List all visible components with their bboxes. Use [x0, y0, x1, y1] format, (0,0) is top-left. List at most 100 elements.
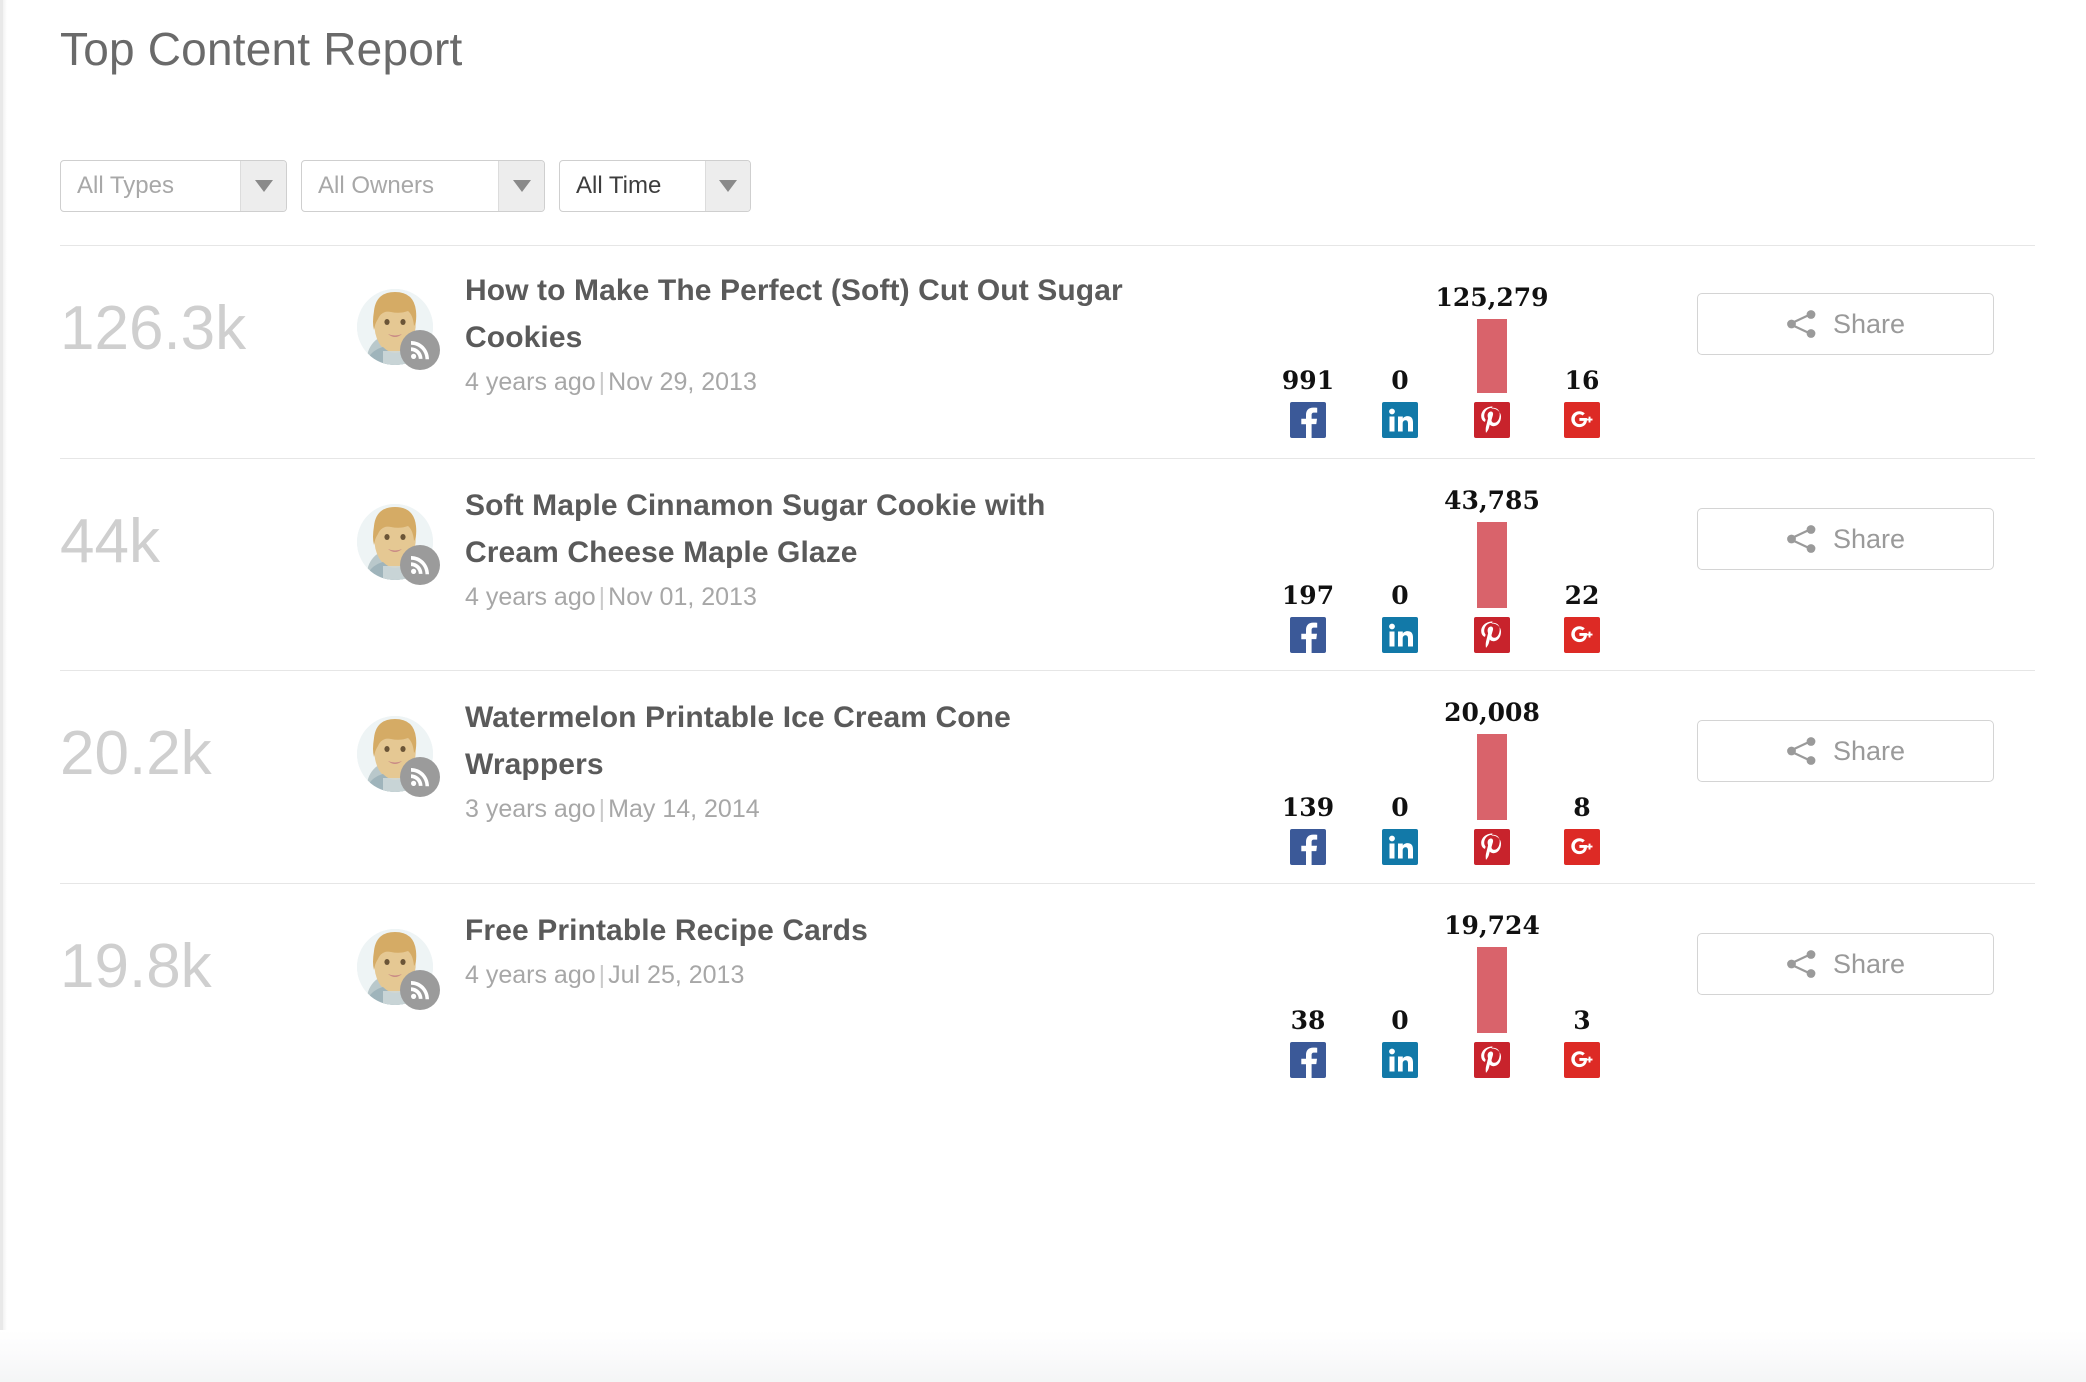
google-plus-icon[interactable]: [1564, 1042, 1600, 1078]
avatar[interactable]: [357, 929, 440, 1010]
social-share-stats: 38 0 19,724 3: [1275, 908, 1605, 1078]
content-relative-date: 4 years ago: [465, 368, 596, 396]
social-stat-linkedin: 0: [1367, 368, 1433, 438]
facebook-icon[interactable]: [1290, 1042, 1326, 1078]
social-count-pinterest: 43,785: [1444, 486, 1540, 515]
content-row-text: How to Make The Perfect (Soft) Cut Out S…: [465, 267, 1125, 399]
content-title-link[interactable]: Soft Maple Cinnamon Sugar Cookie with Cr…: [465, 482, 1125, 576]
google-plus-icon[interactable]: [1564, 402, 1600, 438]
social-count-facebook: 197: [1281, 581, 1335, 610]
total-shares-count: 44k: [60, 507, 160, 576]
social-stat-linkedin: 0: [1367, 795, 1433, 865]
pinterest-share-bar: [1477, 734, 1507, 820]
google-plus-icon[interactable]: [1564, 617, 1600, 653]
total-shares-count: 20.2k: [60, 719, 212, 788]
date-separator: |: [598, 368, 606, 396]
rss-feed-icon: [400, 970, 440, 1010]
rss-feed-icon: [400, 757, 440, 797]
share-button-label: Share: [1832, 735, 1906, 766]
date-separator: |: [598, 795, 606, 823]
share-button[interactable]: Share: [1697, 933, 1994, 995]
content-date: 3 years ago | May 14, 2014: [465, 792, 1125, 826]
page-left-shade: [3, 0, 7, 1382]
social-stat-pinterest: 43,785: [1444, 488, 1540, 653]
chevron-down-icon[interactable]: [240, 161, 286, 211]
share-button-label: Share: [1832, 308, 1906, 339]
filter-select-owners[interactable]: All Owners: [301, 160, 545, 212]
social-count-pinterest: 20,008: [1444, 698, 1540, 727]
content-date: 4 years ago | Nov 29, 2013: [465, 365, 1125, 399]
social-stat-googleplus: 22: [1549, 583, 1615, 653]
social-share-stats: 197 0 43,785 22: [1275, 483, 1605, 653]
share-button[interactable]: Share: [1697, 508, 1994, 570]
content-row: 19.8k Free Printable Recipe Cards 4 years …: [60, 883, 2035, 1095]
facebook-icon[interactable]: [1290, 402, 1326, 438]
social-count-googleplus: 22: [1564, 581, 1600, 610]
social-share-stats: 991 0 125,279 16: [1275, 268, 1605, 438]
page-title: Top Content Report: [60, 23, 463, 75]
total-shares-count: 126.3k: [60, 294, 247, 363]
social-stat-pinterest: 20,008: [1444, 700, 1540, 865]
content-row: 44k Soft Maple Cinnamon Sugar Cookie with…: [60, 458, 2035, 670]
pinterest-icon[interactable]: [1474, 617, 1510, 653]
linkedin-icon[interactable]: [1382, 402, 1418, 438]
date-separator: |: [598, 961, 606, 989]
chevron-down-icon[interactable]: [704, 161, 750, 211]
filter-select-time-value: All Time: [576, 172, 662, 199]
content-absolute-date: Nov 01, 2013: [608, 583, 757, 611]
bottom-fade: [0, 1330, 2086, 1382]
share-icon: [1786, 949, 1818, 979]
share-button-label: Share: [1832, 523, 1906, 554]
social-stat-googleplus: 8: [1549, 795, 1615, 865]
pinterest-icon[interactable]: [1474, 402, 1510, 438]
avatar[interactable]: [357, 504, 440, 585]
chevron-down-icon[interactable]: [498, 161, 544, 211]
pinterest-icon[interactable]: [1474, 1042, 1510, 1078]
linkedin-icon[interactable]: [1382, 829, 1418, 865]
content-relative-date: 4 years ago: [465, 583, 596, 611]
social-stat-linkedin: 0: [1367, 583, 1433, 653]
pinterest-icon[interactable]: [1474, 829, 1510, 865]
content-title-link[interactable]: How to Make The Perfect (Soft) Cut Out S…: [465, 267, 1125, 361]
avatar[interactable]: [357, 716, 440, 797]
content-title-link[interactable]: Free Printable Recipe Cards: [465, 907, 1125, 954]
share-button-label: Share: [1832, 948, 1906, 979]
filter-select-time[interactable]: All Time: [559, 160, 751, 212]
social-stat-pinterest: 19,724: [1444, 913, 1540, 1078]
social-stat-linkedin: 0: [1367, 1008, 1433, 1078]
facebook-icon[interactable]: [1290, 829, 1326, 865]
content-absolute-date: Nov 29, 2013: [608, 368, 757, 396]
share-button[interactable]: Share: [1697, 720, 1994, 782]
content-row-text: Watermelon Printable Ice Cream Cone Wrap…: [465, 694, 1125, 826]
content-relative-date: 3 years ago: [465, 795, 596, 823]
social-stat-facebook: 38: [1275, 1008, 1341, 1078]
social-stat-pinterest: 125,279: [1435, 285, 1549, 438]
content-row: 126.3k How to Make The Perfect (Soft) Cut…: [60, 245, 2035, 458]
share-icon: [1786, 736, 1818, 766]
content-title-link[interactable]: Watermelon Printable Ice Cream Cone Wrap…: [465, 694, 1125, 788]
content-row-inner: 20.2k Watermelon Printable Ice Cream Cone…: [60, 671, 2035, 883]
content-absolute-date: May 14, 2014: [608, 795, 760, 823]
date-separator: |: [598, 583, 606, 611]
filter-select-types[interactable]: All Types: [60, 160, 287, 212]
content-date: 4 years ago | Jul 25, 2013: [465, 958, 1125, 992]
social-count-linkedin: 0: [1391, 581, 1409, 610]
pinterest-share-bar: [1477, 522, 1507, 608]
social-stat-facebook: 197: [1275, 583, 1341, 653]
avatar[interactable]: [357, 289, 440, 370]
linkedin-icon[interactable]: [1382, 1042, 1418, 1078]
social-stat-facebook: 139: [1275, 795, 1341, 865]
share-icon: [1786, 524, 1818, 554]
social-count-facebook: 991: [1281, 366, 1335, 395]
share-button[interactable]: Share: [1697, 293, 1994, 355]
pinterest-share-bar: [1477, 947, 1507, 1033]
social-share-stats: 139 0 20,008 8: [1275, 695, 1605, 865]
linkedin-icon[interactable]: [1382, 617, 1418, 653]
rss-feed-icon: [400, 545, 440, 585]
share-icon: [1786, 309, 1818, 339]
social-count-linkedin: 0: [1391, 366, 1409, 395]
facebook-icon[interactable]: [1290, 617, 1326, 653]
social-stat-facebook: 991: [1275, 368, 1341, 438]
google-plus-icon[interactable]: [1564, 829, 1600, 865]
content-absolute-date: Jul 25, 2013: [608, 961, 745, 989]
